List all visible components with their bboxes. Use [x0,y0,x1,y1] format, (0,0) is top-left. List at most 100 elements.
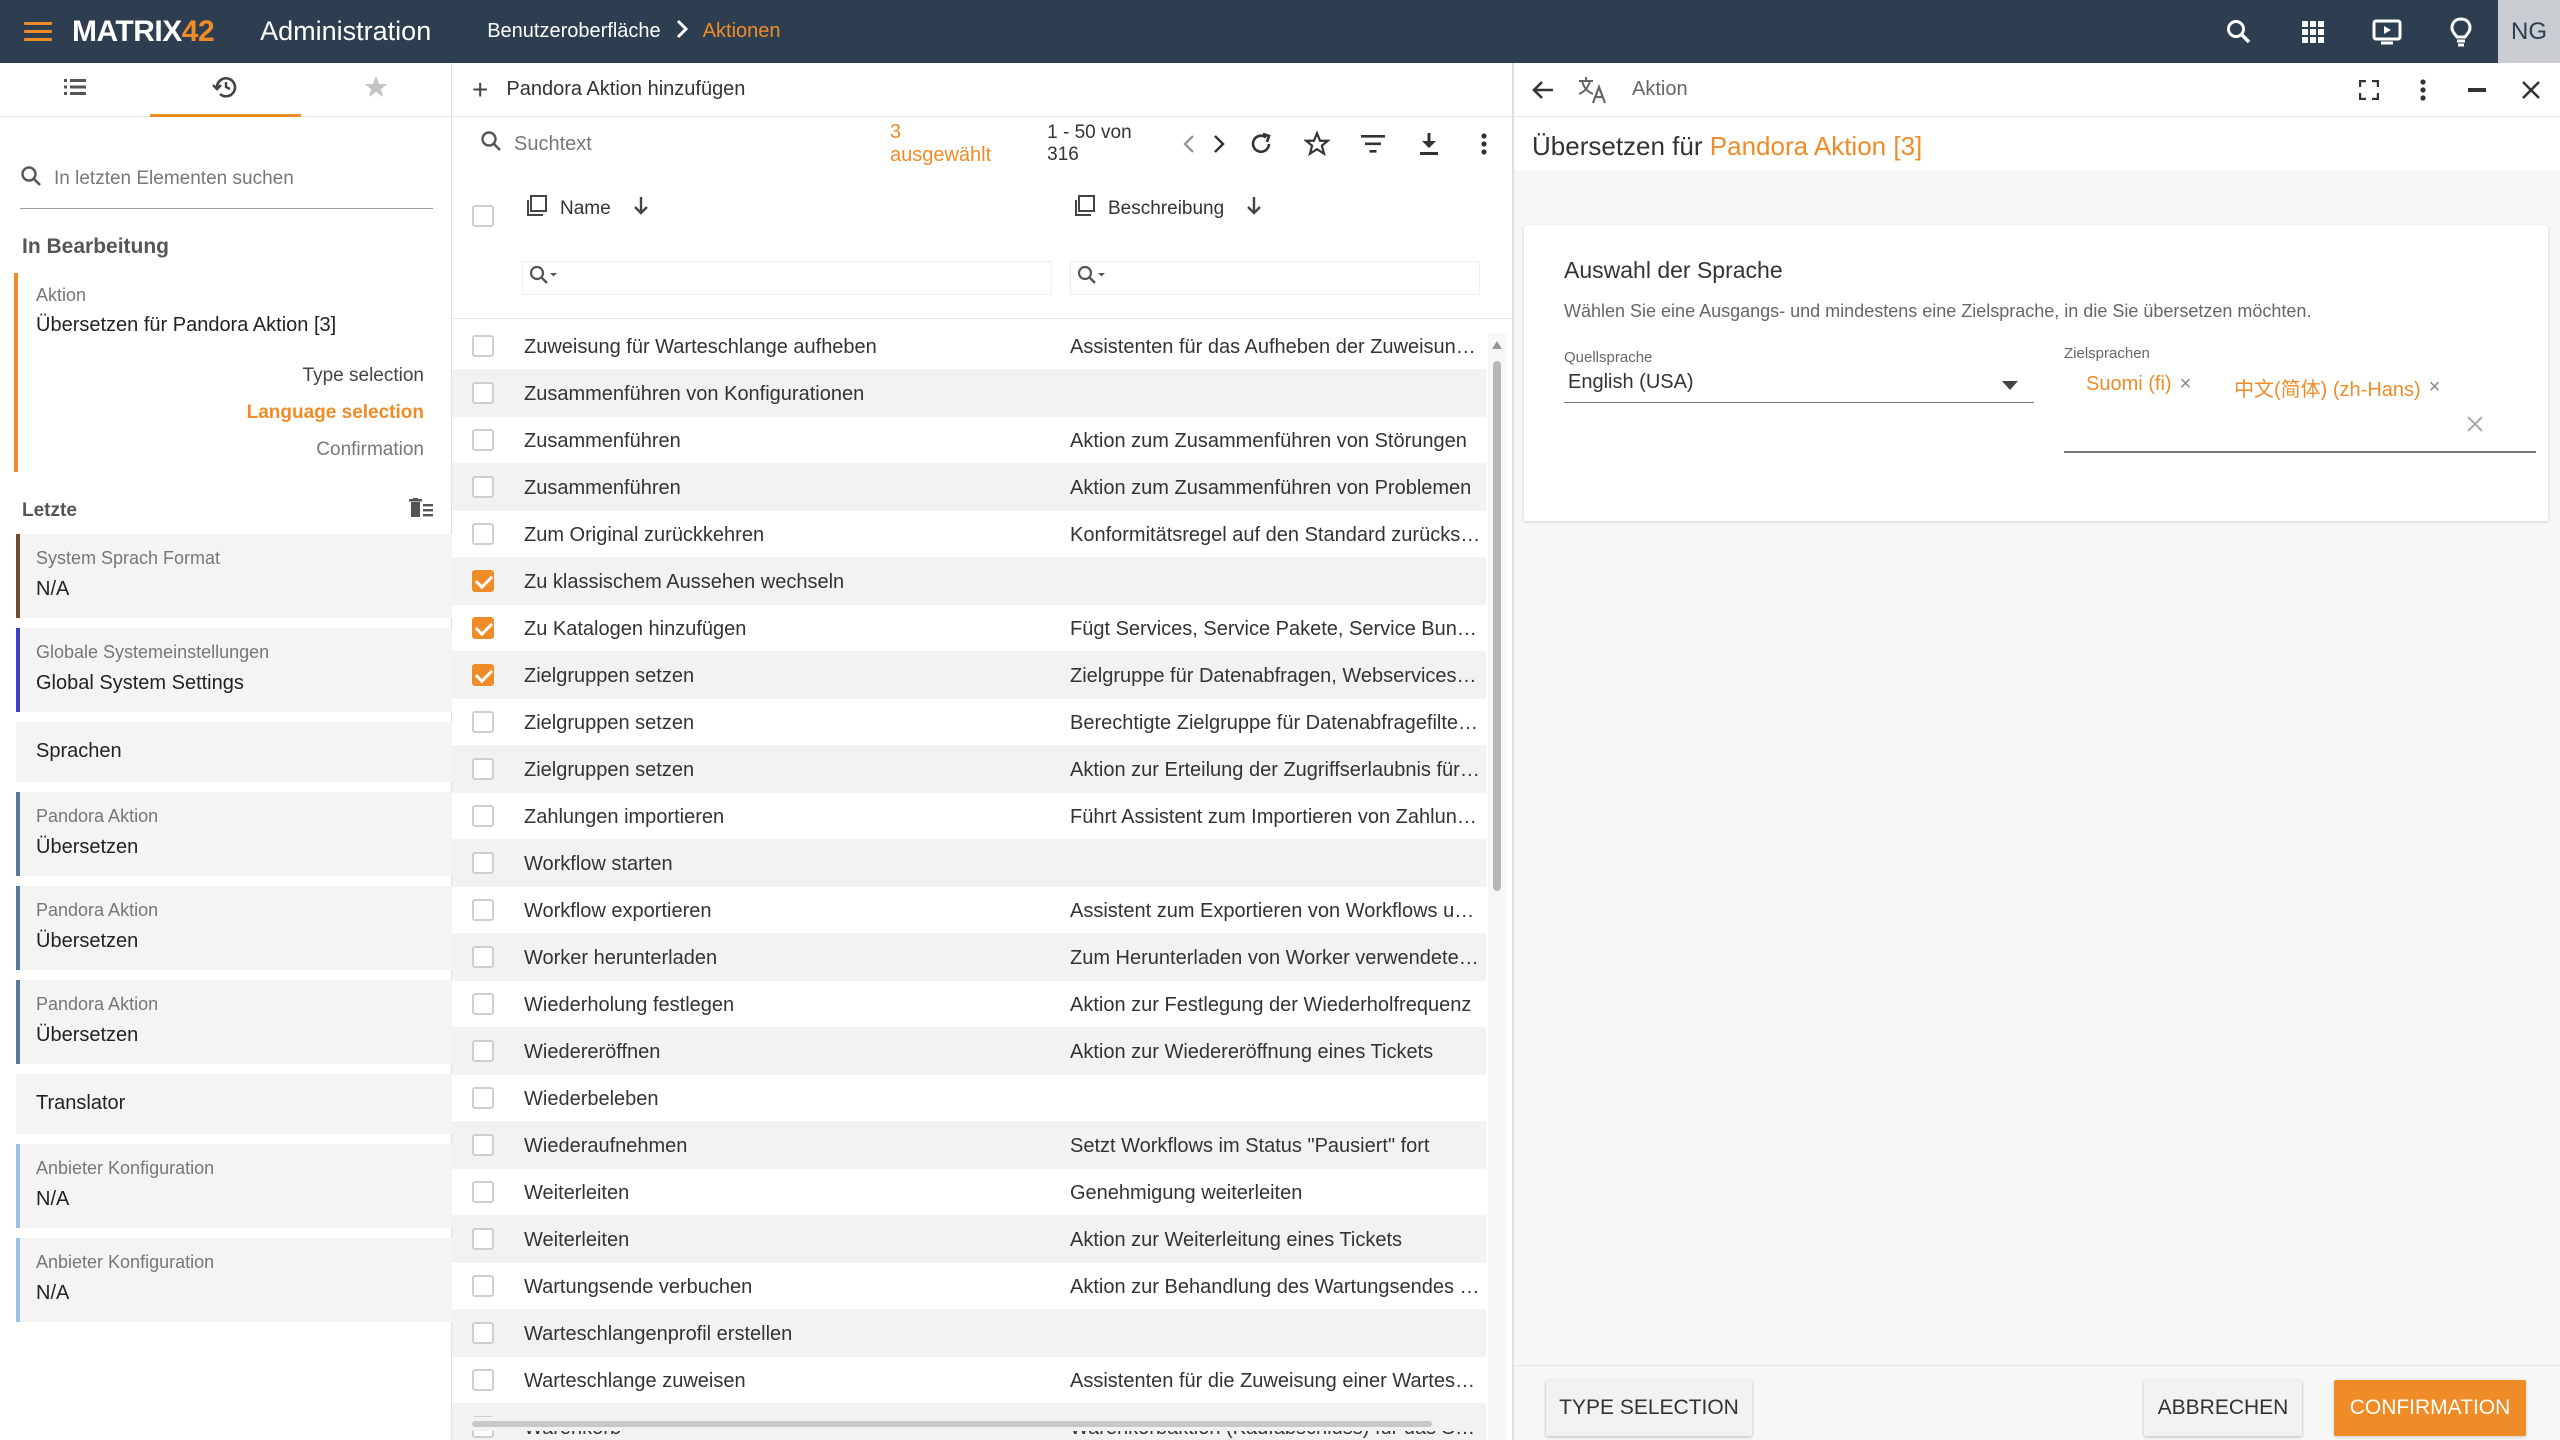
back-arrow-icon[interactable] [1518,63,1568,117]
minimize-icon[interactable] [2452,63,2502,117]
breadcrumb-item-active[interactable]: Aktionen [703,20,781,43]
recent-item[interactable]: Sprachen [16,722,452,782]
table-row[interactable]: Workflow exportieren Assistent zum Export… [452,887,1486,934]
tab-favorites[interactable] [301,63,451,116]
row-checkbox[interactable] [472,1322,494,1344]
row-checkbox[interactable] [472,1275,494,1297]
recent-item[interactable]: Anbieter Konfiguration N/A [16,1144,452,1228]
target-language-chip[interactable]: Suomi (fi) × [2086,373,2191,396]
cancel-button[interactable]: ABBRECHEN [2144,1380,2302,1436]
row-checkbox[interactable] [472,523,494,545]
row-checkbox[interactable] [472,570,494,592]
table-row[interactable]: Workflow starten [452,840,1486,887]
table-row[interactable]: Zielgruppen setzen Zielgruppe für Datenab… [452,652,1486,699]
description-filter-input[interactable] [1070,261,1480,295]
avatar[interactable]: NG [2498,0,2560,63]
row-checkbox[interactable] [472,382,494,404]
table-row[interactable]: Zu Katalogen hinzufügen Fügt Services, Se… [452,605,1486,652]
clear-icon[interactable] [2466,415,2484,439]
recent-item[interactable]: Translator [16,1074,452,1134]
table-row[interactable]: Warteschlange zuweisen Assistenten für di… [452,1357,1486,1404]
list-search-input[interactable] [514,132,872,156]
table-row[interactable]: Warteschlangenprofil erstellen [452,1310,1486,1357]
column-toggle-icon[interactable] [526,195,548,223]
search-icon[interactable] [2202,0,2276,63]
more-vert-icon[interactable] [2398,63,2448,117]
table-row[interactable]: Zusammenführen Aktion zum Zusammenführen … [452,464,1486,511]
column-header-description[interactable]: Beschreibung [1074,195,1262,223]
panel-title-highlight[interactable]: Pandora Aktion [3] [1710,131,1922,161]
recent-item[interactable]: Pandora Aktion Übersetzen [16,980,452,1064]
row-checkbox[interactable] [472,758,494,780]
table-row[interactable]: Zahlungen importieren Führt Assistent zum… [452,793,1486,840]
table-row[interactable]: Zielgruppen setzen Berechtigte Zielgruppe… [452,699,1486,746]
column-toggle-icon[interactable] [1074,195,1096,223]
table-row[interactable]: Zusammenführen Aktion zum Zusammenführen … [452,417,1486,464]
star-outline-icon[interactable] [1289,117,1345,171]
table-row[interactable]: Wiederaufnehmen Setzt Workflows im Status… [452,1122,1486,1169]
row-checkbox[interactable] [472,899,494,921]
selected-count[interactable]: 3 ausgewählt [890,121,1007,167]
editing-item[interactable]: Aktion Übersetzen für Pandora Aktion [3]… [14,273,434,472]
row-checkbox[interactable] [472,1228,494,1250]
filter-search-icon[interactable] [1077,265,1107,291]
filter-search-icon[interactable] [529,265,559,291]
name-filter-input[interactable] [522,261,1052,295]
step-confirmation[interactable]: Confirmation [36,431,424,468]
select-all-checkbox[interactable] [472,205,494,227]
vertical-scrollbar[interactable] [1488,333,1506,1440]
step-type-selection[interactable]: Type selection [36,357,424,394]
monitor-play-icon[interactable] [2350,0,2424,63]
table-row[interactable]: Weiterleiten Genehmigung weiterleiten [452,1169,1486,1216]
table-row[interactable]: Worker herunterladen Zum Herunterladen vo… [452,934,1486,981]
row-checkbox[interactable] [472,946,494,968]
table-row[interactable]: Wiederholung festlegen Aktion zur Festleg… [452,981,1486,1028]
recent-item[interactable]: Pandora Aktion Übersetzen [16,886,452,970]
table-row[interactable]: Zu klassischem Aussehen wechseln [452,558,1486,605]
tab-list[interactable] [0,63,150,116]
tab-history[interactable] [150,63,301,117]
row-checkbox[interactable] [472,805,494,827]
row-checkbox[interactable] [472,429,494,451]
target-languages-input[interactable] [2064,451,2536,453]
more-vert-icon[interactable] [1456,117,1512,171]
table-row[interactable]: Zielgruppen setzen Aktion zur Erteilung d… [452,746,1486,793]
fullscreen-icon[interactable] [2344,63,2394,117]
refresh-icon[interactable] [1234,117,1290,171]
logo[interactable]: MATRIX42 [72,15,215,49]
scrollbar-thumb[interactable] [1493,361,1501,891]
recent-item[interactable]: System Sprach Format N/A [16,534,452,618]
column-header-name[interactable]: Name [526,195,649,223]
chevron-left-icon[interactable] [1174,117,1204,171]
add-pandora-action-button[interactable]: + Pandora Aktion hinzufügen [452,63,1512,117]
row-checkbox[interactable] [472,1087,494,1109]
row-checkbox[interactable] [472,1369,494,1391]
remove-chip-icon[interactable]: × [2180,373,2192,396]
source-language-select[interactable]: English (USA) [1564,365,2034,403]
recent-item[interactable]: Pandora Aktion Übersetzen [16,792,452,876]
table-row[interactable]: Wiederbeleben [452,1075,1486,1122]
row-checkbox[interactable] [472,1181,494,1203]
recent-search-input[interactable] [54,167,433,190]
row-checkbox[interactable] [472,664,494,686]
sort-arrow-down-icon[interactable] [1246,196,1262,222]
filter-icon[interactable] [1345,117,1401,171]
row-checkbox[interactable] [472,711,494,733]
row-checkbox[interactable] [472,1134,494,1156]
recent-item[interactable]: Globale Systemeinstellungen Global System… [16,628,452,712]
lightbulb-icon[interactable] [2424,0,2498,63]
row-checkbox[interactable] [472,617,494,639]
horizontal-scrollbar[interactable] [452,1417,1486,1431]
breadcrumb-item[interactable]: Benutzeroberfläche [487,20,660,43]
table-row[interactable]: Zusammenführen von Konfigurationen [452,370,1486,417]
apps-grid-icon[interactable] [2276,0,2350,63]
row-checkbox[interactable] [472,476,494,498]
close-icon[interactable] [2506,63,2556,117]
menu-icon[interactable] [24,22,52,41]
sort-arrow-down-icon[interactable] [633,196,649,222]
chevron-right-icon[interactable] [1204,117,1234,171]
type-selection-button[interactable]: TYPE SELECTION [1546,1380,1752,1436]
table-row[interactable]: Wartungsende verbuchen Aktion zur Behandl… [452,1263,1486,1310]
table-row[interactable]: Weiterleiten Aktion zur Weiterleitung ein… [452,1216,1486,1263]
row-checkbox[interactable] [472,852,494,874]
